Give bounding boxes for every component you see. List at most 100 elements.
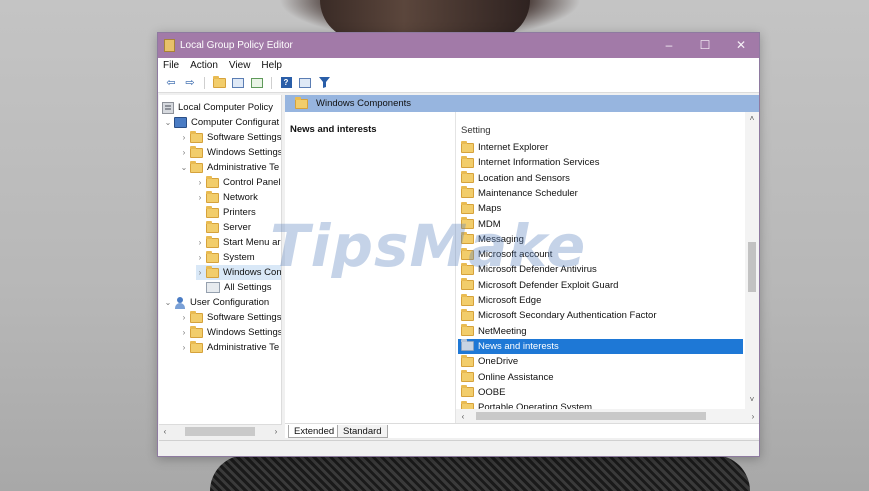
- scrollbar-thumb[interactable]: [476, 412, 706, 420]
- settings-list-item[interactable]: OOBE: [458, 385, 743, 400]
- tree-item-administrative-templates[interactable]: ⌄ Administrative Te: [180, 160, 279, 175]
- tree-item-system[interactable]: › System: [196, 250, 255, 265]
- background-photo-dress: [210, 455, 750, 491]
- settings-list-item[interactable]: News and interests: [458, 338, 743, 354]
- up-folder-icon[interactable]: [211, 75, 227, 90]
- settings-list-item[interactable]: Microsoft Defender Antivirus: [458, 262, 743, 277]
- tree-item-all-settings[interactable]: All Settings: [206, 280, 272, 295]
- tree-item-windows-settings[interactable]: › Windows Settings: [180, 145, 281, 160]
- scroll-right-icon[interactable]: ›: [270, 427, 282, 436]
- chevron-right-icon[interactable]: ›: [180, 133, 188, 142]
- menu-action[interactable]: Action: [190, 60, 218, 71]
- chevron-right-icon[interactable]: ›: [180, 328, 188, 337]
- folder-icon: [461, 247, 474, 260]
- settings-list-item[interactable]: Maps: [458, 201, 743, 216]
- chevron-right-icon[interactable]: ›: [196, 193, 204, 202]
- settings-list-item[interactable]: Microsoft Secondary Authentication Facto…: [458, 308, 743, 323]
- tree-item-server[interactable]: Server: [206, 220, 251, 235]
- folder-icon: [206, 190, 219, 203]
- settings-list-item[interactable]: Messaging: [458, 232, 743, 247]
- scrollbar-thumb[interactable]: [748, 242, 756, 292]
- settings-list-item[interactable]: Microsoft Defender Exploit Guard: [458, 278, 743, 293]
- chevron-down-icon[interactable]: ⌄: [164, 298, 172, 307]
- tab-extended[interactable]: Extended: [288, 425, 341, 438]
- properties-icon[interactable]: [297, 76, 313, 90]
- scroll-up-icon[interactable]: ˄: [745, 114, 759, 123]
- chevron-right-icon[interactable]: ›: [196, 253, 204, 262]
- help-icon[interactable]: ?: [278, 76, 294, 90]
- tab-standard[interactable]: Standard: [337, 425, 388, 438]
- folder-icon: [190, 160, 203, 173]
- tree-item-label: Server: [223, 222, 251, 233]
- close-button[interactable]: ✕: [723, 33, 759, 58]
- title-bar[interactable]: Local Group Policy Editor – ☐ ✕: [158, 33, 759, 58]
- tree-item-user-windows-settings[interactable]: › Windows Settings: [180, 325, 281, 340]
- scroll-left-icon[interactable]: ‹: [456, 412, 470, 421]
- scroll-right-icon[interactable]: ›: [746, 412, 759, 421]
- settings-list-item-label: OneDrive: [478, 356, 519, 368]
- back-arrow-icon[interactable]: ⇦: [163, 76, 179, 90]
- tree-item-user-software-settings[interactable]: › Software Settings: [180, 310, 281, 325]
- tree-item-start-menu[interactable]: › Start Menu ar: [196, 235, 281, 250]
- settings-list-item-label: News and interests: [478, 340, 559, 352]
- tree-item-windows-components[interactable]: › Windows Con: [196, 265, 281, 280]
- tree-item-network[interactable]: › Network: [196, 190, 258, 205]
- settings-list-item-label: Messaging: [478, 233, 524, 245]
- settings-list-item[interactable]: MDM: [458, 217, 743, 232]
- folder-icon: [461, 278, 474, 291]
- scroll-down-icon[interactable]: ˅: [745, 395, 759, 404]
- policy-tree: Local Computer Policy ⌄ Computer Configu…: [159, 95, 282, 438]
- show-hide-tree-icon[interactable]: [230, 76, 246, 90]
- chevron-down-icon[interactable]: ⌄: [164, 118, 172, 127]
- tree-item-label: System: [223, 252, 255, 263]
- tree-item-computer-configuration[interactable]: ⌄ Computer Configurat: [164, 115, 279, 130]
- menu-view[interactable]: View: [229, 60, 251, 71]
- maximize-button[interactable]: ☐: [687, 33, 723, 58]
- menu-help[interactable]: Help: [261, 60, 282, 71]
- scrollbar-thumb[interactable]: [185, 427, 255, 436]
- tree-item-user-configuration[interactable]: ⌄ User Configuration: [164, 295, 269, 310]
- chevron-right-icon[interactable]: ›: [180, 313, 188, 322]
- chevron-right-icon[interactable]: ›: [180, 343, 188, 352]
- column-header-setting[interactable]: Setting: [461, 125, 491, 136]
- scroll-left-icon[interactable]: ‹: [159, 427, 171, 436]
- view-tabs: Extended Standard: [285, 423, 759, 438]
- settings-list-item[interactable]: Internet Explorer: [458, 140, 743, 155]
- settings-list-item[interactable]: Maintenance Scheduler: [458, 186, 743, 201]
- settings-list-item[interactable]: Internet Information Services: [458, 155, 743, 170]
- list-horizontal-scrollbar[interactable]: ‹ ›: [456, 409, 759, 423]
- settings-list-item-label: Microsoft account: [478, 249, 553, 261]
- breadcrumb: Windows Components: [285, 95, 759, 112]
- settings-list-item[interactable]: NetMeeting: [458, 324, 743, 339]
- folder-icon: [461, 232, 474, 245]
- tree-item-control-panel[interactable]: › Control Panel: [196, 175, 281, 190]
- settings-list-item[interactable]: OneDrive: [458, 354, 743, 369]
- chevron-down-icon[interactable]: ⌄: [180, 163, 188, 172]
- settings-list-item-label: Maintenance Scheduler: [478, 187, 578, 199]
- tree-item-label: Administrative Te: [207, 162, 280, 173]
- tree-item-printers[interactable]: Printers: [206, 205, 256, 220]
- filter-icon[interactable]: [316, 76, 332, 90]
- toolbar: ⇦ ⇨ ?: [158, 73, 759, 93]
- export-list-icon[interactable]: [249, 76, 265, 90]
- chevron-right-icon[interactable]: ›: [196, 238, 204, 247]
- tree-horizontal-scrollbar[interactable]: ‹ ›: [159, 424, 282, 438]
- settings-list-item[interactable]: Microsoft Edge: [458, 293, 743, 308]
- tree-item-label: Software Settings: [207, 312, 282, 323]
- chevron-right-icon[interactable]: ›: [180, 148, 188, 157]
- chevron-right-icon[interactable]: ›: [196, 268, 204, 277]
- vertical-scrollbar[interactable]: ˄ ˅: [745, 112, 759, 409]
- settings-list-item[interactable]: Location and Sensors: [458, 171, 743, 186]
- chevron-right-icon[interactable]: ›: [196, 178, 204, 187]
- tree-item-local-computer-policy[interactable]: Local Computer Policy: [162, 100, 273, 115]
- settings-list-item[interactable]: Microsoft account: [458, 247, 743, 262]
- minimize-button[interactable]: –: [651, 33, 687, 58]
- menu-file[interactable]: File: [163, 60, 179, 71]
- tree-item-software-settings[interactable]: › Software Settings: [180, 130, 281, 145]
- tree-item-user-administrative-templates[interactable]: › Administrative Te: [180, 340, 279, 355]
- forward-arrow-icon[interactable]: ⇨: [182, 76, 198, 90]
- settings-list-item-label: Maps: [478, 203, 502, 215]
- settings-list-item[interactable]: Online Assistance: [458, 370, 743, 385]
- description-pane: News and interests: [285, 112, 455, 423]
- tree-item-label: Printers: [223, 207, 256, 218]
